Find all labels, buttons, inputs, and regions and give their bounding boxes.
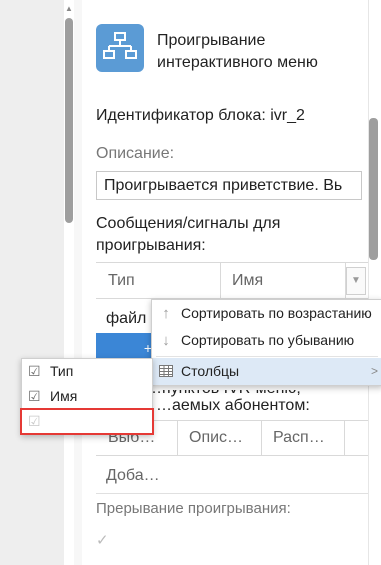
column-separator [261,421,262,455]
sort-descending-arrow-icon: ↓ [162,332,170,349]
interrupt-label: Прерывание проигрывания: [96,500,291,517]
ivr-menu-icon [96,24,144,72]
messages-grid-row-type[interactable]: файл [106,310,146,328]
submenu-arrow-icon: > [370,364,378,378]
column-header-name[interactable]: Имя [232,263,263,299]
checkbox-checked-icon[interactable]: ☑ [28,359,41,383]
column-separator [344,421,345,455]
right-scrollbar-thumb[interactable] [369,118,378,260]
column-header-description[interactable]: Опис… [189,421,243,455]
submenu-item-label: Имя [50,388,78,404]
left-gutter [74,0,82,565]
column-header-distribution[interactable]: Расп… [273,421,325,455]
menu-points-label-line2: …аемых абонентом: [156,397,310,414]
add-menu-point-link[interactable]: Доба… [106,467,160,485]
sort-ascending-arrow-icon: ↑ [162,305,170,322]
panel-border [368,0,369,565]
scroll-up-arrow-icon[interactable]: ▲ [64,2,74,16]
menu-separator [156,356,378,357]
highlight-box [20,408,154,435]
submenu-item-type[interactable]: ☑ Тип [22,359,152,383]
column-header-menu: ↑ Сортировать по возрастанию ↓ Сортирова… [151,299,381,386]
menu-item-label: Сортировать по возрастанию [181,305,372,321]
block-id-label: Идентификатор блока: ivr_2 [96,107,305,124]
submenu-item-label: Тип [50,363,74,379]
menu-item-sort-descending[interactable]: ↓ Сортировать по убыванию [152,327,381,354]
menu-item-label: Столбцы [181,363,240,379]
messages-grid-header: Тип Имя ▼ [96,262,368,299]
menu-item-columns[interactable]: Столбцы > [152,358,381,385]
interrupt-checkbox-check-icon[interactable]: ✓ [96,531,109,549]
description-input[interactable]: Проигрывается приветствие. Вь [96,171,362,200]
messages-label: Сообщения/сигналы для проигрывания: [96,215,281,254]
column-menu-trigger-chevron-down-icon[interactable]: ▼ [346,267,366,295]
column-separator [220,263,221,299]
block-title: Проигрывание интерактивного меню [157,32,318,71]
column-separator [177,421,178,455]
column-header-type[interactable]: Тип [108,263,135,299]
left-scrollbar-thumb[interactable] [65,18,73,223]
left-panel-background [0,0,64,565]
columns-grid-icon [158,358,174,386]
description-label: Описание: [96,145,175,162]
menu-item-label: Сортировать по убыванию [181,332,355,348]
submenu-item-name[interactable]: ☑ Имя [22,384,152,408]
section-divider [96,493,368,494]
menu-item-sort-ascending[interactable]: ↑ Сортировать по возрастанию [152,300,381,327]
checkbox-checked-icon[interactable]: ☑ [28,384,41,408]
